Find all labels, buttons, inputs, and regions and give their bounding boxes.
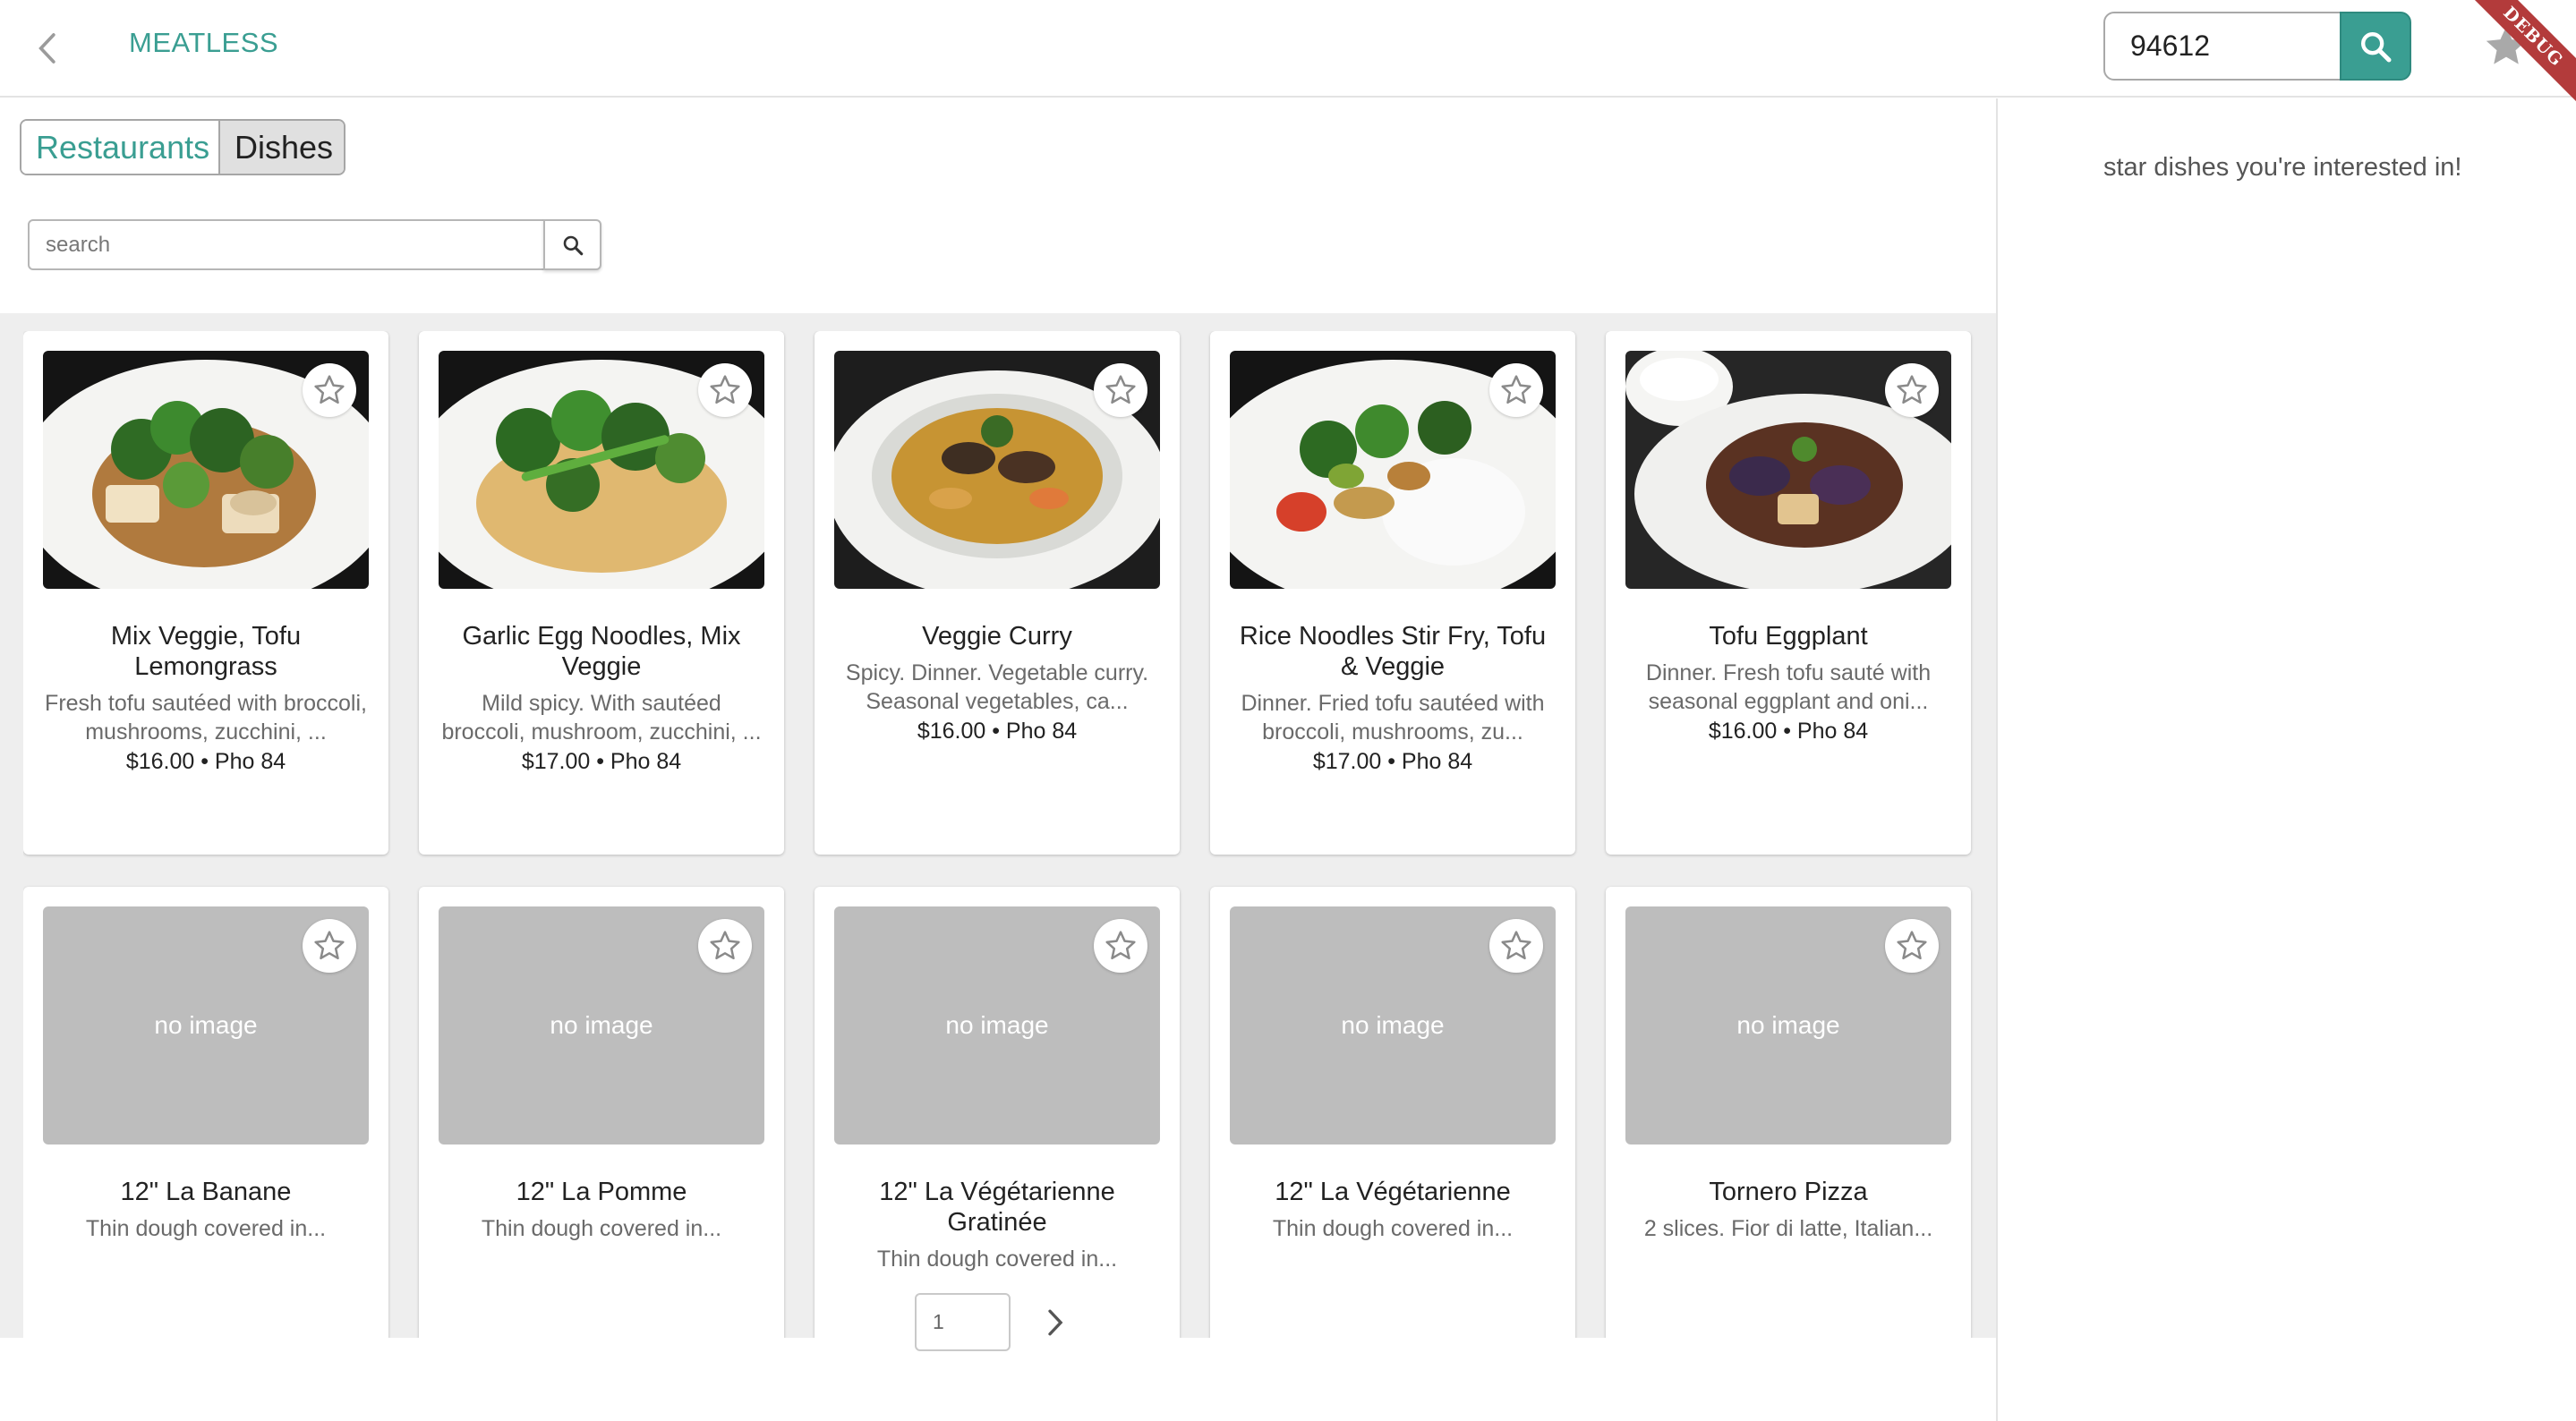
view-toggle: Restaurants Dishes [20, 119, 345, 175]
zip-code-input[interactable] [2103, 12, 2341, 81]
dish-price-restaurant: $17.00 • Pho 84 [1312, 749, 1473, 774]
dish-row: Mix Veggie, Tofu Lemongrass Fresh tofu s… [23, 331, 1975, 855]
favorite-toggle[interactable] [698, 363, 752, 417]
app-bar: MEATLESS DEBUG [0, 0, 2576, 111]
favorites-hint: star dishes you're interested in! [2103, 153, 2462, 182]
dish-price-restaurant: $17.00 • Pho 84 [521, 749, 682, 774]
page-number-input[interactable] [915, 1293, 1011, 1351]
star-outline-icon [1105, 375, 1136, 404]
search-icon [563, 235, 583, 255]
tab-restaurants[interactable]: Restaurants [21, 121, 218, 174]
chevron-right-icon [1048, 1309, 1063, 1336]
star-outline-icon [710, 375, 740, 404]
dish-name: 12" La Pomme [516, 1178, 687, 1206]
dish-card[interactable]: no image 12" La Pomme Thin dough covered… [419, 887, 784, 1338]
zip-search-button[interactable] [2340, 12, 2411, 81]
dish-name: Veggie Curry [922, 622, 1072, 651]
favorite-toggle[interactable] [1489, 363, 1543, 417]
dish-card[interactable]: no image 12" La Végétarienne Thin dough … [1210, 887, 1575, 1338]
favorite-toggle[interactable] [698, 919, 752, 973]
app-title: MEATLESS [129, 27, 279, 58]
dish-grid: Mix Veggie, Tofu Lemongrass Fresh tofu s… [0, 313, 1996, 1338]
dish-price-restaurant: $16.00 • Pho 84 [917, 719, 1078, 744]
star-outline-icon [1897, 375, 1927, 404]
dish-name: 12" La Banane [120, 1178, 292, 1206]
favorite-toggle[interactable] [303, 363, 356, 417]
no-image-label: no image [154, 1011, 258, 1039]
dish-description: Thin dough covered in... [481, 1216, 722, 1241]
star-outline-icon [1501, 931, 1531, 960]
dish-card[interactable]: Garlic Egg Noodles, Mix Veggie Mild spic… [419, 331, 784, 855]
dish-price-restaurant: $16.00 • Pho 84 [125, 749, 286, 774]
dish-name: 12" La Végétarienne Gratinée [879, 1178, 1115, 1237]
star-outline-icon [1105, 931, 1136, 960]
no-image-label: no image [945, 1011, 1049, 1039]
dish-name: 12" La Végétarienne [1275, 1178, 1511, 1206]
dish-description: Fresh tofu sautéed with broccoli, mushro… [45, 691, 367, 745]
search-icon [2360, 31, 2392, 62]
star-outline-icon [1897, 931, 1927, 960]
favorite-toggle[interactable] [1489, 919, 1543, 973]
no-image-label: no image [1736, 1011, 1840, 1039]
next-page-button[interactable] [1029, 1298, 1079, 1348]
no-image-label: no image [550, 1011, 653, 1039]
dish-card[interactable]: Veggie Curry Spicy. Dinner. Vegetable cu… [815, 331, 1180, 855]
dish-description: 2 slices. Fior di latte, Italian... [1643, 1216, 1933, 1241]
dish-description: Thin dough covered in... [85, 1216, 327, 1241]
dish-name: Tofu Eggplant [1709, 622, 1868, 651]
dish-card[interactable]: Rice Noodles Stir Fry, Tofu & Veggie Din… [1210, 331, 1575, 855]
dish-description: Thin dough covered in... [876, 1247, 1118, 1272]
dish-search-button[interactable] [543, 219, 601, 270]
dish-name: Rice Noodles Stir Fry, Tofu & Veggie [1239, 622, 1547, 681]
dish-card[interactable]: Tofu Eggplant Dinner. Fresh tofu sauté w… [1606, 331, 1971, 855]
favorite-toggle[interactable] [1094, 363, 1147, 417]
results-pane: Restaurants Dishes search Mix Veggie, To… [0, 98, 1996, 1421]
dish-card[interactable]: no image Tornero Pizza 2 slices. Fior di… [1606, 887, 1971, 1338]
dish-name: Garlic Egg Noodles, Mix Veggie [462, 622, 741, 681]
star-outline-icon [314, 375, 345, 404]
dish-description: Thin dough covered in... [1272, 1216, 1514, 1241]
favorite-toggle[interactable] [1885, 919, 1939, 973]
dish-card[interactable]: no image 12" La Végétarienne Gratinée Th… [815, 887, 1180, 1338]
tab-dishes[interactable]: Dishes [218, 121, 344, 174]
dish-description: Dinner. Fried tofu sautéed with broccoli… [1241, 691, 1545, 745]
favorite-toggle[interactable] [1885, 363, 1939, 417]
app-root: MEATLESS DEBUG Restaurants Dishes [0, 0, 2576, 1421]
star-outline-icon [1501, 375, 1531, 404]
dish-card[interactable]: no image 12" La Banane Thin dough covere… [23, 887, 388, 1338]
dish-row: no image 12" La Banane Thin dough covere… [23, 887, 1975, 1338]
dish-description: Mild spicy. With sautéed broccoli, mushr… [441, 691, 762, 745]
star-outline-icon [314, 931, 345, 960]
favorite-toggle[interactable] [1094, 919, 1147, 973]
dish-description: Spicy. Dinner. Vegetable curry. Seasonal… [845, 660, 1149, 714]
dish-description: Dinner. Fresh tofu sauté with seasonal e… [1645, 660, 1932, 714]
back-button[interactable] [20, 20, 77, 77]
chevron-left-icon [38, 33, 55, 64]
dish-card[interactable]: Mix Veggie, Tofu Lemongrass Fresh tofu s… [23, 331, 388, 855]
star-outline-icon [710, 931, 740, 960]
dish-name: Mix Veggie, Tofu Lemongrass [110, 622, 302, 681]
dish-price-restaurant: $16.00 • Pho 84 [1708, 719, 1869, 744]
dish-name: Tornero Pizza [1709, 1178, 1868, 1206]
no-image-label: no image [1341, 1011, 1445, 1039]
favorite-toggle[interactable] [303, 919, 356, 973]
pane-divider [1996, 98, 1998, 1421]
dish-search-input[interactable] [28, 219, 545, 270]
